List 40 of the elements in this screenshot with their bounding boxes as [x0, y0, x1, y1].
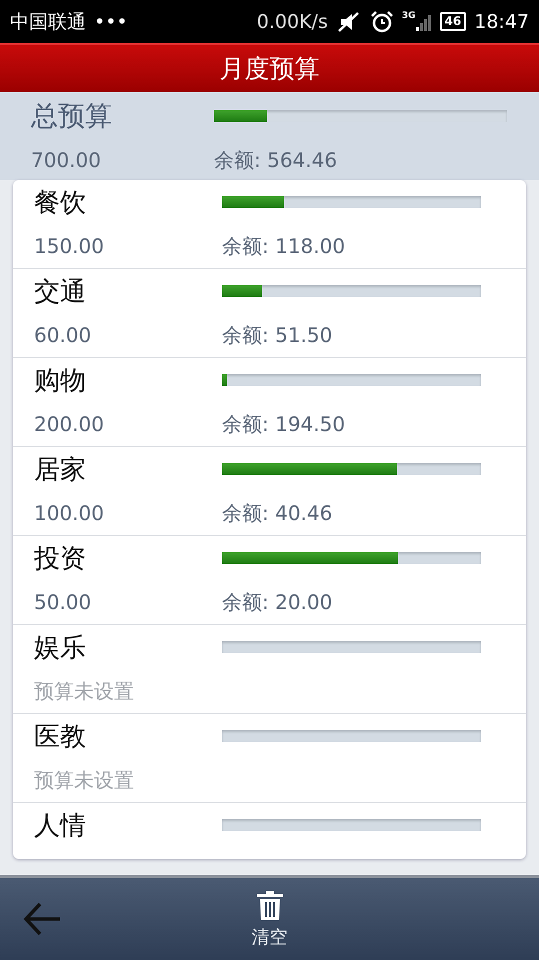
category-name: 娱乐	[34, 632, 87, 664]
category-name: 人情	[34, 810, 87, 842]
budget-row[interactable]: 投资 50.00 余额: 20.00	[13, 536, 526, 625]
alarm-icon	[370, 10, 394, 34]
budget-row[interactable]: 购物 200.00 余额: 194.50	[13, 358, 526, 447]
network-speed: 0.00K/s	[256, 10, 328, 32]
category-name: 医教	[34, 720, 87, 754]
budget-amount: 200.00	[34, 412, 105, 436]
network-type: 3G	[402, 10, 416, 20]
category-name: 居家	[34, 454, 87, 486]
page-title: 月度预算	[220, 53, 320, 85]
remaining-amount: 余额: 194.50	[222, 410, 346, 438]
unset-budget-label: 预算未设置	[34, 766, 135, 794]
budget-amount: 700.00	[31, 148, 102, 172]
notification-dots: •••	[94, 10, 128, 32]
remaining-amount: 余额: 51.50	[222, 322, 334, 348]
budget-amount: 60.00	[34, 323, 92, 347]
budget-row[interactable]: 餐饮 150.00 余额: 118.00	[13, 180, 526, 269]
carrier-name: 中国联通	[10, 10, 86, 34]
remaining-amount: 余额: 564.46	[214, 146, 338, 174]
category-name: 交通	[34, 276, 87, 308]
remaining-amount: 余额: 118.00	[222, 232, 346, 260]
budget-amount: 50.00	[34, 590, 92, 614]
remaining-amount: 余额: 40.46	[222, 500, 334, 526]
category-name: 餐饮	[34, 186, 87, 220]
budget-row[interactable]: 居家 100.00 余额: 40.46	[13, 447, 526, 536]
category-name: 总预算	[31, 100, 113, 134]
clock-time: 18:47	[474, 10, 529, 32]
budget-row[interactable]: 交通 60.00 余额: 51.50	[13, 269, 526, 358]
unset-budget-label: 预算未设置	[34, 678, 135, 704]
trash-icon	[254, 889, 284, 921]
clear-button[interactable]: 清空	[246, 888, 294, 950]
budget-amount: 150.00	[34, 234, 105, 258]
category-name: 投资	[34, 542, 87, 576]
budget-amount: 100.00	[34, 501, 105, 525]
remaining-amount: 余额: 20.00	[222, 588, 334, 616]
battery-icon: 46	[440, 12, 466, 31]
category-name: 购物	[34, 364, 87, 398]
budget-row[interactable]: 医教 预算未设置	[13, 714, 526, 803]
budget-row[interactable]: 娱乐 预算未设置	[13, 625, 526, 714]
